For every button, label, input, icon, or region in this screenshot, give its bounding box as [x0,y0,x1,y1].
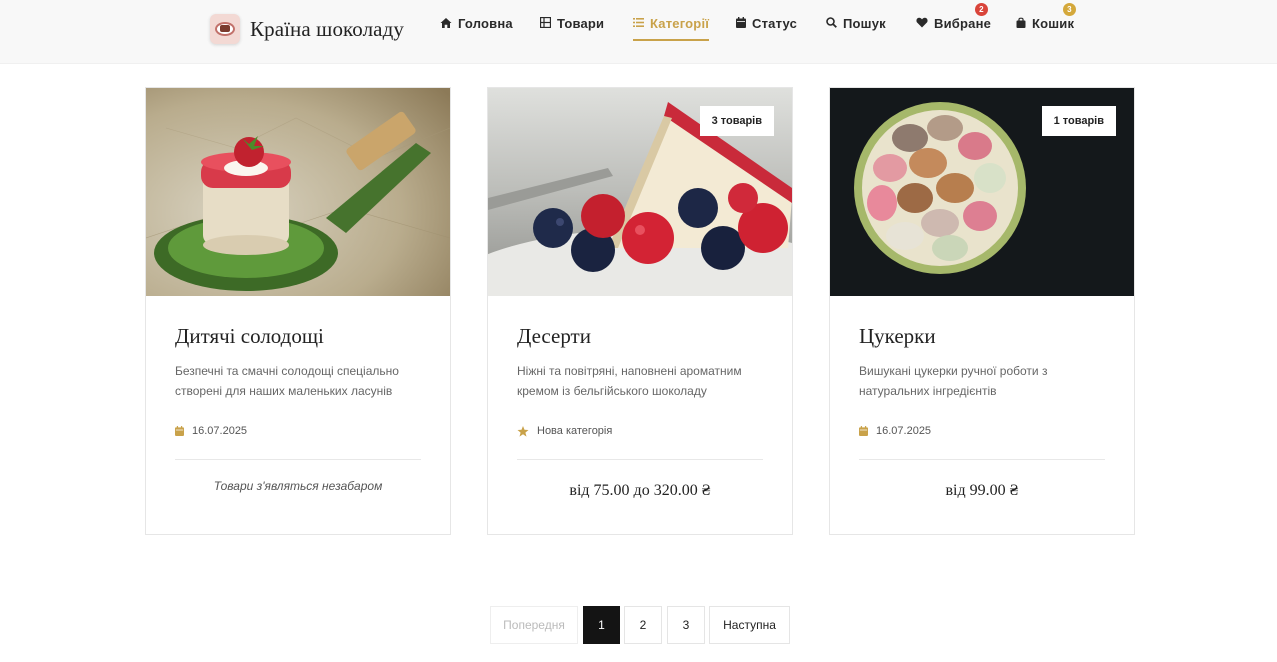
nav-products[interactable]: Товари [540,16,604,42]
category-title[interactable]: Дитячі солодощі [175,324,324,349]
nav-cart[interactable]: Кошик 3 [1016,3,1076,42]
nav-favorites-label: Вибране [934,16,992,31]
pagination-next-button[interactable]: Наступна [709,606,790,644]
card-divider [175,459,421,460]
calendar-icon [736,17,746,28]
nav-favorites[interactable]: Вибране 2 [916,3,992,42]
category-date: 16.07.2025 [876,425,932,437]
category-price-range: від 99.00 ₴ [945,482,1019,499]
star-icon [517,425,529,437]
header: Країна шоколаду Головна Товари Категорії… [0,0,1277,64]
home-icon [440,18,452,28]
category-meta: 16.07.2025 [175,425,247,437]
category-title[interactable]: Десерти [517,324,591,349]
product-count-tag: 1 товарів [1041,106,1116,136]
category-price-range: від 75.00 до 320.00 ₴ [569,482,711,499]
category-card[interactable]: 1 товарів Цукерки Вишукані цукерки ручно… [829,87,1135,535]
nav-home-label: Головна [458,16,513,31]
category-image[interactable] [146,88,450,296]
grid-icon [540,17,551,28]
category-card[interactable]: 3 товарів Десерти Ніжні та повітряні, на… [487,87,793,535]
nav-home[interactable]: Головна [440,16,513,42]
search-icon [826,17,837,28]
category-description: Вишукані цукерки ручної роботи з натурал… [859,364,1048,398]
category-status: Нова категорія [537,425,613,437]
favorites-count-badge: 2 [975,3,988,16]
nav-categories[interactable]: Категорії [633,16,710,42]
nav-status[interactable]: Статус [736,16,797,42]
nav-search-label: Пошук [843,16,886,31]
category-meta: Нова категорія [517,425,612,437]
pagination-page-3[interactable]: 3 [667,606,705,644]
pagination-page-2[interactable]: 2 [624,606,662,644]
category-card[interactable]: Дитячі солодощі Безпечні та смачні солод… [145,87,451,535]
card-divider [859,459,1105,460]
nav-categories-label: Категорії [650,16,710,31]
bag-icon [1016,17,1026,28]
product-count-tag: 3 товарів [699,106,774,136]
pagination-prev-button[interactable]: Попередня [490,606,578,644]
category-footer-note: Товари з'являться незабаром [213,479,383,493]
category-description: Безпечні та смачні солодощі спеціально с… [175,364,399,398]
nav-search[interactable]: Пошук [826,16,886,42]
category-date: 16.07.2025 [192,425,248,437]
cart-count-badge: 3 [1063,3,1076,16]
nav-products-label: Товари [557,16,605,31]
pagination-page-1[interactable]: 1 [583,606,620,644]
category-description: Ніжні та повітряні, наповнені ароматним … [517,364,742,398]
category-title[interactable]: Цукерки [859,324,936,349]
card-divider [517,459,763,460]
heart-icon [916,17,928,28]
nav-status-label: Статус [752,16,798,31]
calendar-icon [859,426,868,436]
list-icon [633,18,644,27]
calendar-icon [175,426,184,436]
main-nav: Головна Товари Категорії Статус Пошук Ви… [0,0,1277,64]
category-meta: 16.07.2025 [859,425,931,437]
nav-cart-label: Кошик [1032,16,1075,31]
